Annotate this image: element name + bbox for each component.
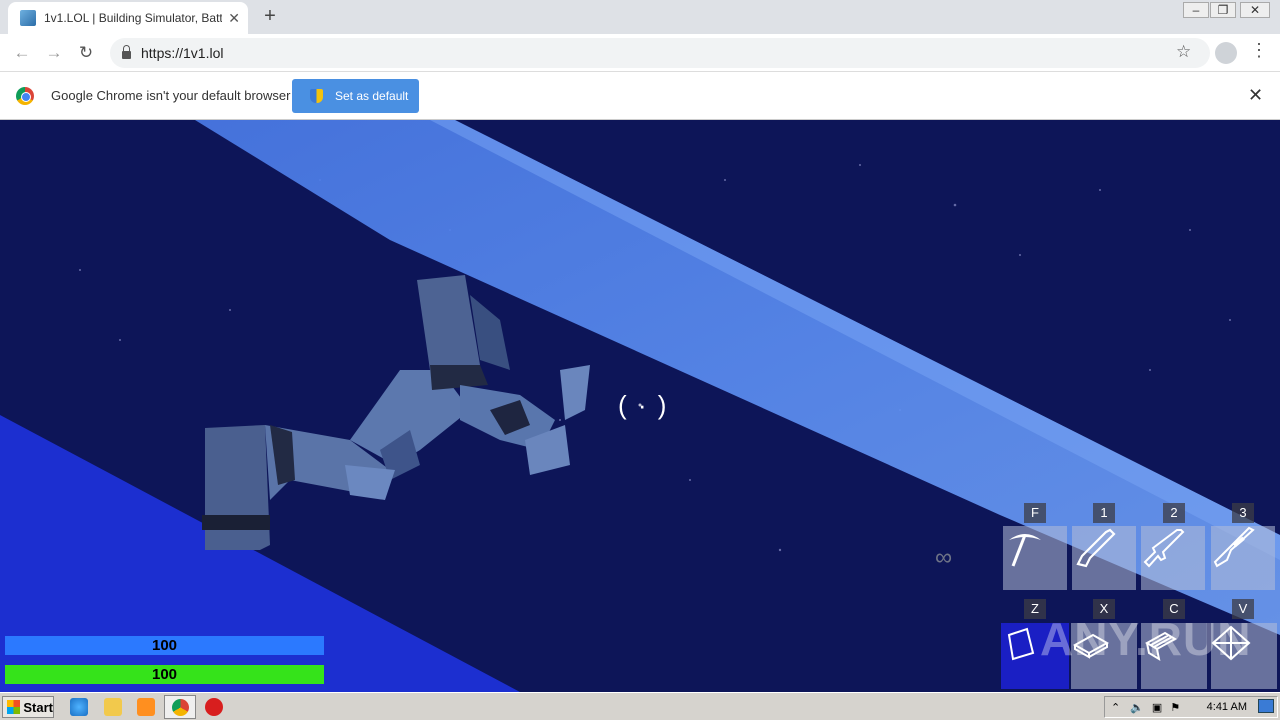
- forward-button[interactable]: →: [42, 41, 66, 65]
- tab-title: 1v1.LOL | Building Simulator, Battle R: [44, 11, 223, 25]
- crosshair: ( · ): [618, 390, 669, 420]
- start-label: Start: [23, 699, 53, 715]
- chrome-logo-icon: [16, 87, 34, 105]
- browser-tab[interactable]: 1v1.LOL | Building Simulator, Battle R ✕: [8, 2, 248, 34]
- taskbar-clock: 4:41 AM: [1206, 701, 1247, 713]
- browser-toolbar: ← → ↻ https://1v1.lol ☆ ⋮: [0, 34, 1280, 72]
- site-favicon-icon: [20, 10, 36, 26]
- tab-close-icon[interactable]: ✕: [228, 10, 240, 27]
- bookmark-star-icon[interactable]: ☆: [1176, 42, 1191, 62]
- volume-icon[interactable]: 🔈: [1130, 701, 1144, 714]
- weapon-slot-pickaxe[interactable]: [1003, 526, 1067, 590]
- anyrun-watermark: ANY.RUN: [1040, 613, 1252, 665]
- new-tab-button[interactable]: +: [258, 5, 282, 29]
- set-as-default-label: Set as default: [335, 89, 409, 103]
- weapon-slot-shotgun[interactable]: [1072, 526, 1136, 590]
- uac-shield-icon: [310, 89, 323, 103]
- lock-icon: [122, 45, 131, 59]
- slot-key-f: F: [1024, 503, 1046, 523]
- windows-logo-icon: [7, 700, 21, 714]
- url-text: https://1v1.lol: [141, 45, 224, 61]
- player-character: [202, 275, 590, 550]
- chrome-taskbar-icon: [172, 699, 189, 716]
- ammo-infinite-indicator: ∞: [935, 544, 953, 571]
- infobar-message: Google Chrome isn't your default browser: [51, 88, 291, 103]
- system-tray: ⌃ 🔈 ▣ ⚑ 4:41 AM: [1104, 696, 1278, 718]
- network-icon[interactable]: ▣: [1152, 701, 1162, 714]
- minimize-button[interactable]: –: [1183, 2, 1209, 18]
- back-button[interactable]: ←: [10, 41, 34, 65]
- assault-rifle-icon: [1143, 529, 1185, 568]
- set-as-default-button[interactable]: Set as default: [292, 79, 419, 113]
- profile-avatar-icon[interactable]: [1215, 42, 1237, 64]
- slot-key-1: 1: [1093, 503, 1115, 523]
- tab-strip: 1v1.LOL | Building Simulator, Battle R ✕…: [0, 0, 1280, 34]
- action-center-flag-icon[interactable]: ⚑: [1170, 701, 1180, 714]
- weapon-slot-assault-rifle[interactable]: [1141, 526, 1205, 590]
- shield-bar: 100: [5, 665, 324, 684]
- show-desktop-icon[interactable]: [1258, 699, 1274, 713]
- sniper-rifle-icon: [1213, 526, 1255, 568]
- pickaxe-icon: [1009, 534, 1041, 567]
- slot-key-3: 3: [1232, 503, 1254, 523]
- reload-button[interactable]: ↻: [74, 41, 98, 65]
- windows-taskbar: Start ⌃ 🔈 ▣ ⚑ 4:41 AM: [0, 692, 1280, 720]
- game-canvas[interactable]: ( · ) ∞ 100 100 F 1 2 3 Z X C V ANY.RUN: [0, 120, 1280, 692]
- tray-expand-icon[interactable]: ⌃: [1111, 701, 1120, 714]
- infobar-close-icon[interactable]: ✕: [1248, 85, 1263, 106]
- stop-app-icon[interactable]: [205, 698, 223, 716]
- shotgun-icon: [1076, 528, 1116, 568]
- file-explorer-icon[interactable]: [104, 698, 122, 716]
- default-browser-infobar: Google Chrome isn't your default browser…: [0, 72, 1280, 120]
- media-player-icon[interactable]: [137, 698, 155, 716]
- chrome-menu-icon[interactable]: ⋮: [1250, 40, 1268, 61]
- wall-build-icon: [1007, 627, 1035, 661]
- restore-button[interactable]: ❐: [1210, 2, 1236, 18]
- start-button[interactable]: Start: [2, 696, 54, 718]
- taskbar-chrome-button[interactable]: [164, 695, 196, 719]
- health-bar: 100: [5, 636, 324, 655]
- slot-key-2: 2: [1163, 503, 1185, 523]
- address-bar[interactable]: https://1v1.lol: [110, 38, 1210, 68]
- internet-explorer-icon[interactable]: [70, 698, 88, 716]
- close-window-button[interactable]: ✕: [1240, 2, 1270, 18]
- weapon-slot-sniper-rifle[interactable]: [1211, 526, 1275, 590]
